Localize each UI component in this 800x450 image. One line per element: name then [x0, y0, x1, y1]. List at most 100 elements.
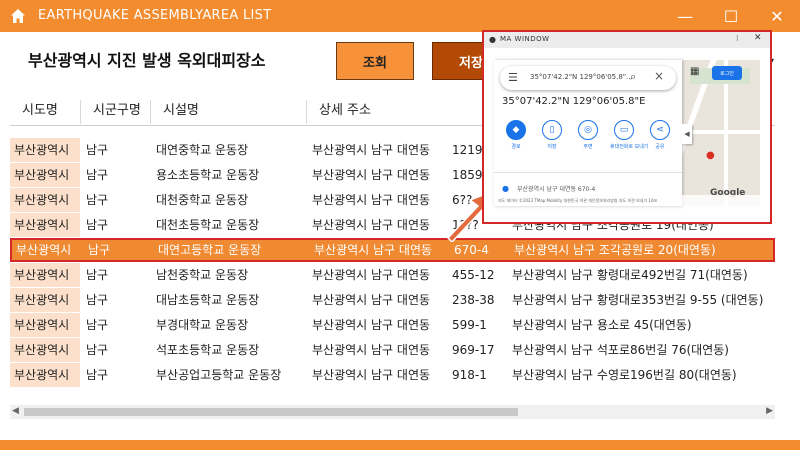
- clear-icon[interactable]: ×: [654, 69, 664, 83]
- cell-name: 부산공업고등학교 운동장: [156, 368, 282, 382]
- table-row[interactable]: 부산광역시 남구 부경대학교 운동장 부산광역시 남구 대연동 599-1 부산…: [10, 313, 775, 337]
- cell-sido: 부산광역시: [10, 288, 80, 312]
- map-window-title: MA WINDOW: [500, 35, 550, 43]
- column-header-sido[interactable]: 시도명: [10, 100, 82, 124]
- save-label: 저장: [547, 144, 557, 150]
- table-row[interactable]: 부산광역시 남구 석포초등학교 운동장 부산광역시 남구 대연동 969-17 …: [10, 338, 775, 362]
- cell-name: 대천중학교 운동장: [156, 193, 249, 207]
- address-text: 부산광역시 남구 대연동 670-4: [516, 186, 596, 193]
- signin-button[interactable]: 로그인: [712, 66, 742, 80]
- map-pin-icon: ●: [489, 35, 496, 44]
- cell-sido: 부산광역시: [10, 138, 80, 162]
- table-row-selected[interactable]: 부산광역시 남구 대연고등학교 운동장 부산광역시 남구 대연동 670-4 부…: [10, 238, 775, 262]
- page-title: 부산광역시 지진 발생 옥외대피장소: [28, 51, 266, 70]
- cell-addr: 부산광역시 남구 대연동: [312, 268, 431, 282]
- cell-name: 용소초등학교 운동장: [156, 168, 260, 182]
- cell-sido: 부산광역시: [10, 213, 80, 237]
- cell-name: 대천초등학교 운동장: [156, 218, 260, 232]
- map-window: ● MA WINDOW ⁝ ✕ ☰ 35°07'42.2"N 129°06'05…: [482, 30, 772, 224]
- save-place-button[interactable]: ▯ 저장: [538, 120, 566, 150]
- address-line: ● 부산광역시 남구 대연동 670-4: [502, 184, 595, 193]
- maximize-button[interactable]: ☐: [708, 0, 754, 32]
- scroll-right-icon[interactable]: ▶: [766, 406, 773, 416]
- minimize-button[interactable]: —: [662, 0, 708, 32]
- share-label: 공유: [655, 144, 665, 150]
- cell-road: 부산광역시 남구 수영로196번길 80(대연동): [512, 368, 737, 382]
- table-row[interactable]: 부산광역시 남구 대남초등학교 운동장 부산광역시 남구 대연동 238-38 …: [10, 288, 775, 312]
- cell-road: 부산광역시 남구 용소로 45(대연동): [512, 318, 692, 332]
- cell-road: 부산광역시 남구 석포로86번길 76(대연동): [512, 343, 729, 357]
- location-pin-icon: ●: [502, 184, 509, 193]
- coordinates-text: 35°07'42.2"N 129°06'05.8"E: [502, 96, 646, 107]
- send-to-phone-label: 휴대전화로 보내기: [610, 144, 649, 150]
- map-marker-icon[interactable]: ●: [706, 150, 715, 161]
- cell-name: 남천중학교 운동장: [156, 268, 249, 282]
- phone-icon: ▭: [614, 120, 634, 140]
- cell-gu: 남구: [88, 243, 111, 257]
- more-icon[interactable]: ⁝: [736, 34, 739, 43]
- search-icon[interactable]: ⌕: [630, 70, 636, 84]
- map-search-input[interactable]: 35°07'42.2"N 129°06'05.8"...: [530, 73, 633, 81]
- menu-icon[interactable]: ☰: [508, 71, 518, 84]
- map-title-bar: ● MA WINDOW ⁝ ✕: [484, 32, 770, 48]
- cell-gu: 남구: [86, 293, 109, 307]
- cell-addr: 부산광역시 남구 대연동: [312, 218, 431, 232]
- horizontal-scrollbar[interactable]: ◀ ▶: [10, 405, 775, 419]
- cell-gu: 남구: [86, 318, 109, 332]
- cell-sido: 부산광역시: [10, 263, 80, 287]
- title-bar: EARTHQUAKE ASSEMBLYAREA LIST — ☐ ✕: [0, 0, 800, 32]
- map-info-panel: ☰ 35°07'42.2"N 129°06'05.8"... ⌕ × 35°07…: [494, 60, 682, 206]
- map-footer: 지도 데이터 ©2023 TMap Mobility 대한민국 약관 개인정보처…: [494, 195, 760, 206]
- scrollbar-thumb[interactable]: [24, 408, 518, 416]
- share-button[interactable]: ⋖ 공유: [646, 120, 674, 150]
- nearby-button[interactable]: ◎ 주변: [574, 120, 602, 150]
- cell-gu: 남구: [86, 193, 109, 207]
- cell-num: 670-4: [454, 243, 489, 257]
- column-header-sigungu[interactable]: 시군구명: [80, 100, 150, 124]
- map-search-box[interactable]: ☰ 35°07'42.2"N 129°06'05.8"... ⌕ ×: [500, 66, 676, 90]
- send-to-phone-button[interactable]: ▭ 휴대전화로 보내기: [610, 120, 649, 150]
- cell-gu: 남구: [86, 343, 109, 357]
- scroll-left-icon[interactable]: ◀: [12, 406, 19, 416]
- apps-grid-icon[interactable]: ▦: [690, 66, 704, 80]
- cell-num: 918-1: [452, 368, 487, 382]
- cell-sido: 부산광역시: [10, 338, 80, 362]
- cell-addr: 부산광역시 남구 대연동: [314, 243, 433, 257]
- cell-num: 599-1: [452, 318, 487, 332]
- cell-sido: 부산광역시: [10, 363, 80, 387]
- column-header-facility[interactable]: 시설명: [150, 100, 306, 124]
- cell-road: 부산광역시 남구 황령대로353번길 9-55 (대연동): [512, 293, 764, 307]
- cell-num: 969-17: [452, 343, 495, 357]
- panel-divider: [494, 172, 682, 173]
- table-row[interactable]: 부산광역시 남구 남천중학교 운동장 부산광역시 남구 대연동 455-12 부…: [10, 263, 775, 287]
- table-row[interactable]: 부산광역시 남구 부산공업고등학교 운동장 부산광역시 남구 대연동 918-1…: [10, 363, 775, 387]
- cell-gu: 남구: [86, 218, 109, 232]
- cell-name: 대남초등학교 운동장: [156, 293, 260, 307]
- cell-addr: 부산광역시 남구 대연동: [312, 168, 431, 182]
- nearby-icon: ◎: [578, 120, 598, 140]
- cell-addr: 부산광역시 남구 대연동: [312, 343, 431, 357]
- cell-addr: 부산광역시 남구 대연동: [312, 318, 431, 332]
- column-header-address[interactable]: 상세 주소: [306, 100, 506, 124]
- directions-label: 경로: [511, 144, 521, 150]
- cell-sido: 부산광역시: [10, 313, 80, 337]
- cell-gu: 남구: [86, 168, 109, 182]
- share-icon: ⋖: [650, 120, 670, 140]
- map-close-button[interactable]: ✕: [754, 33, 762, 43]
- cell-sido: 부산광역시: [10, 163, 80, 187]
- cell-gu: 남구: [86, 268, 109, 282]
- nearby-label: 주변: [583, 144, 593, 150]
- cell-addr: 부산광역시 남구 대연동: [312, 143, 431, 157]
- cell-gu: 남구: [86, 368, 109, 382]
- cell-sido: 부산광역시: [16, 243, 72, 257]
- cell-num: 455-12: [452, 268, 495, 282]
- cell-name: 대연중학교 운동장: [156, 143, 249, 157]
- cell-name: 석포초등학교 운동장: [156, 343, 260, 357]
- close-button[interactable]: ✕: [754, 0, 800, 32]
- search-button[interactable]: 조회: [336, 42, 414, 80]
- directions-button[interactable]: ◆ 경로: [502, 120, 530, 150]
- cell-name: 부경대학교 운동장: [156, 318, 249, 332]
- collapse-panel-icon[interactable]: ◀: [682, 124, 692, 144]
- cell-gu: 남구: [86, 143, 109, 157]
- cell-road: 부산광역시 남구 조각공원로 20(대연동): [514, 243, 716, 257]
